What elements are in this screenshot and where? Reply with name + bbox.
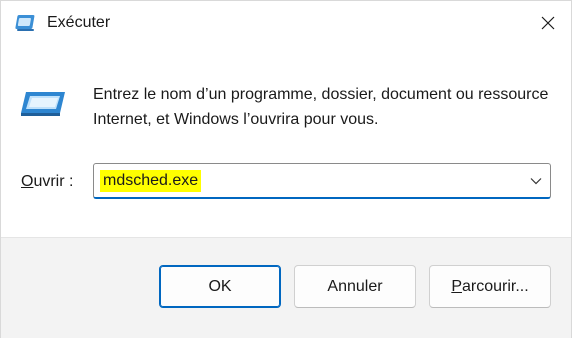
dialog-description: Entrez le nom d’un programme, dossier, d… bbox=[93, 86, 549, 128]
cancel-button[interactable]: Annuler bbox=[294, 265, 416, 308]
close-button[interactable] bbox=[525, 1, 571, 45]
browse-button[interactable]: Parcourir... bbox=[429, 265, 551, 308]
open-label-access-key: O bbox=[21, 173, 34, 190]
open-label-text: uvrir : bbox=[33, 173, 74, 190]
open-label: Ouvrir : bbox=[21, 172, 73, 192]
run-program-icon bbox=[20, 91, 66, 117]
title-bar[interactable]: Exécuter bbox=[1, 1, 571, 45]
dropdown-button[interactable] bbox=[528, 173, 544, 189]
run-dialog: Exécuter Entrez le nom d’un programme, d… bbox=[0, 0, 572, 338]
open-input[interactable]: mdsched.exe bbox=[100, 170, 202, 192]
browse-access-key: P bbox=[451, 277, 462, 295]
close-icon bbox=[541, 16, 555, 30]
open-combobox[interactable]: mdsched.exe bbox=[93, 163, 551, 199]
window-title: Exécuter bbox=[47, 14, 111, 31]
run-dialog-icon bbox=[15, 13, 37, 33]
chevron-down-icon bbox=[530, 178, 542, 185]
ok-button[interactable]: OK bbox=[159, 265, 281, 308]
browse-label: arcourir... bbox=[461, 277, 529, 295]
